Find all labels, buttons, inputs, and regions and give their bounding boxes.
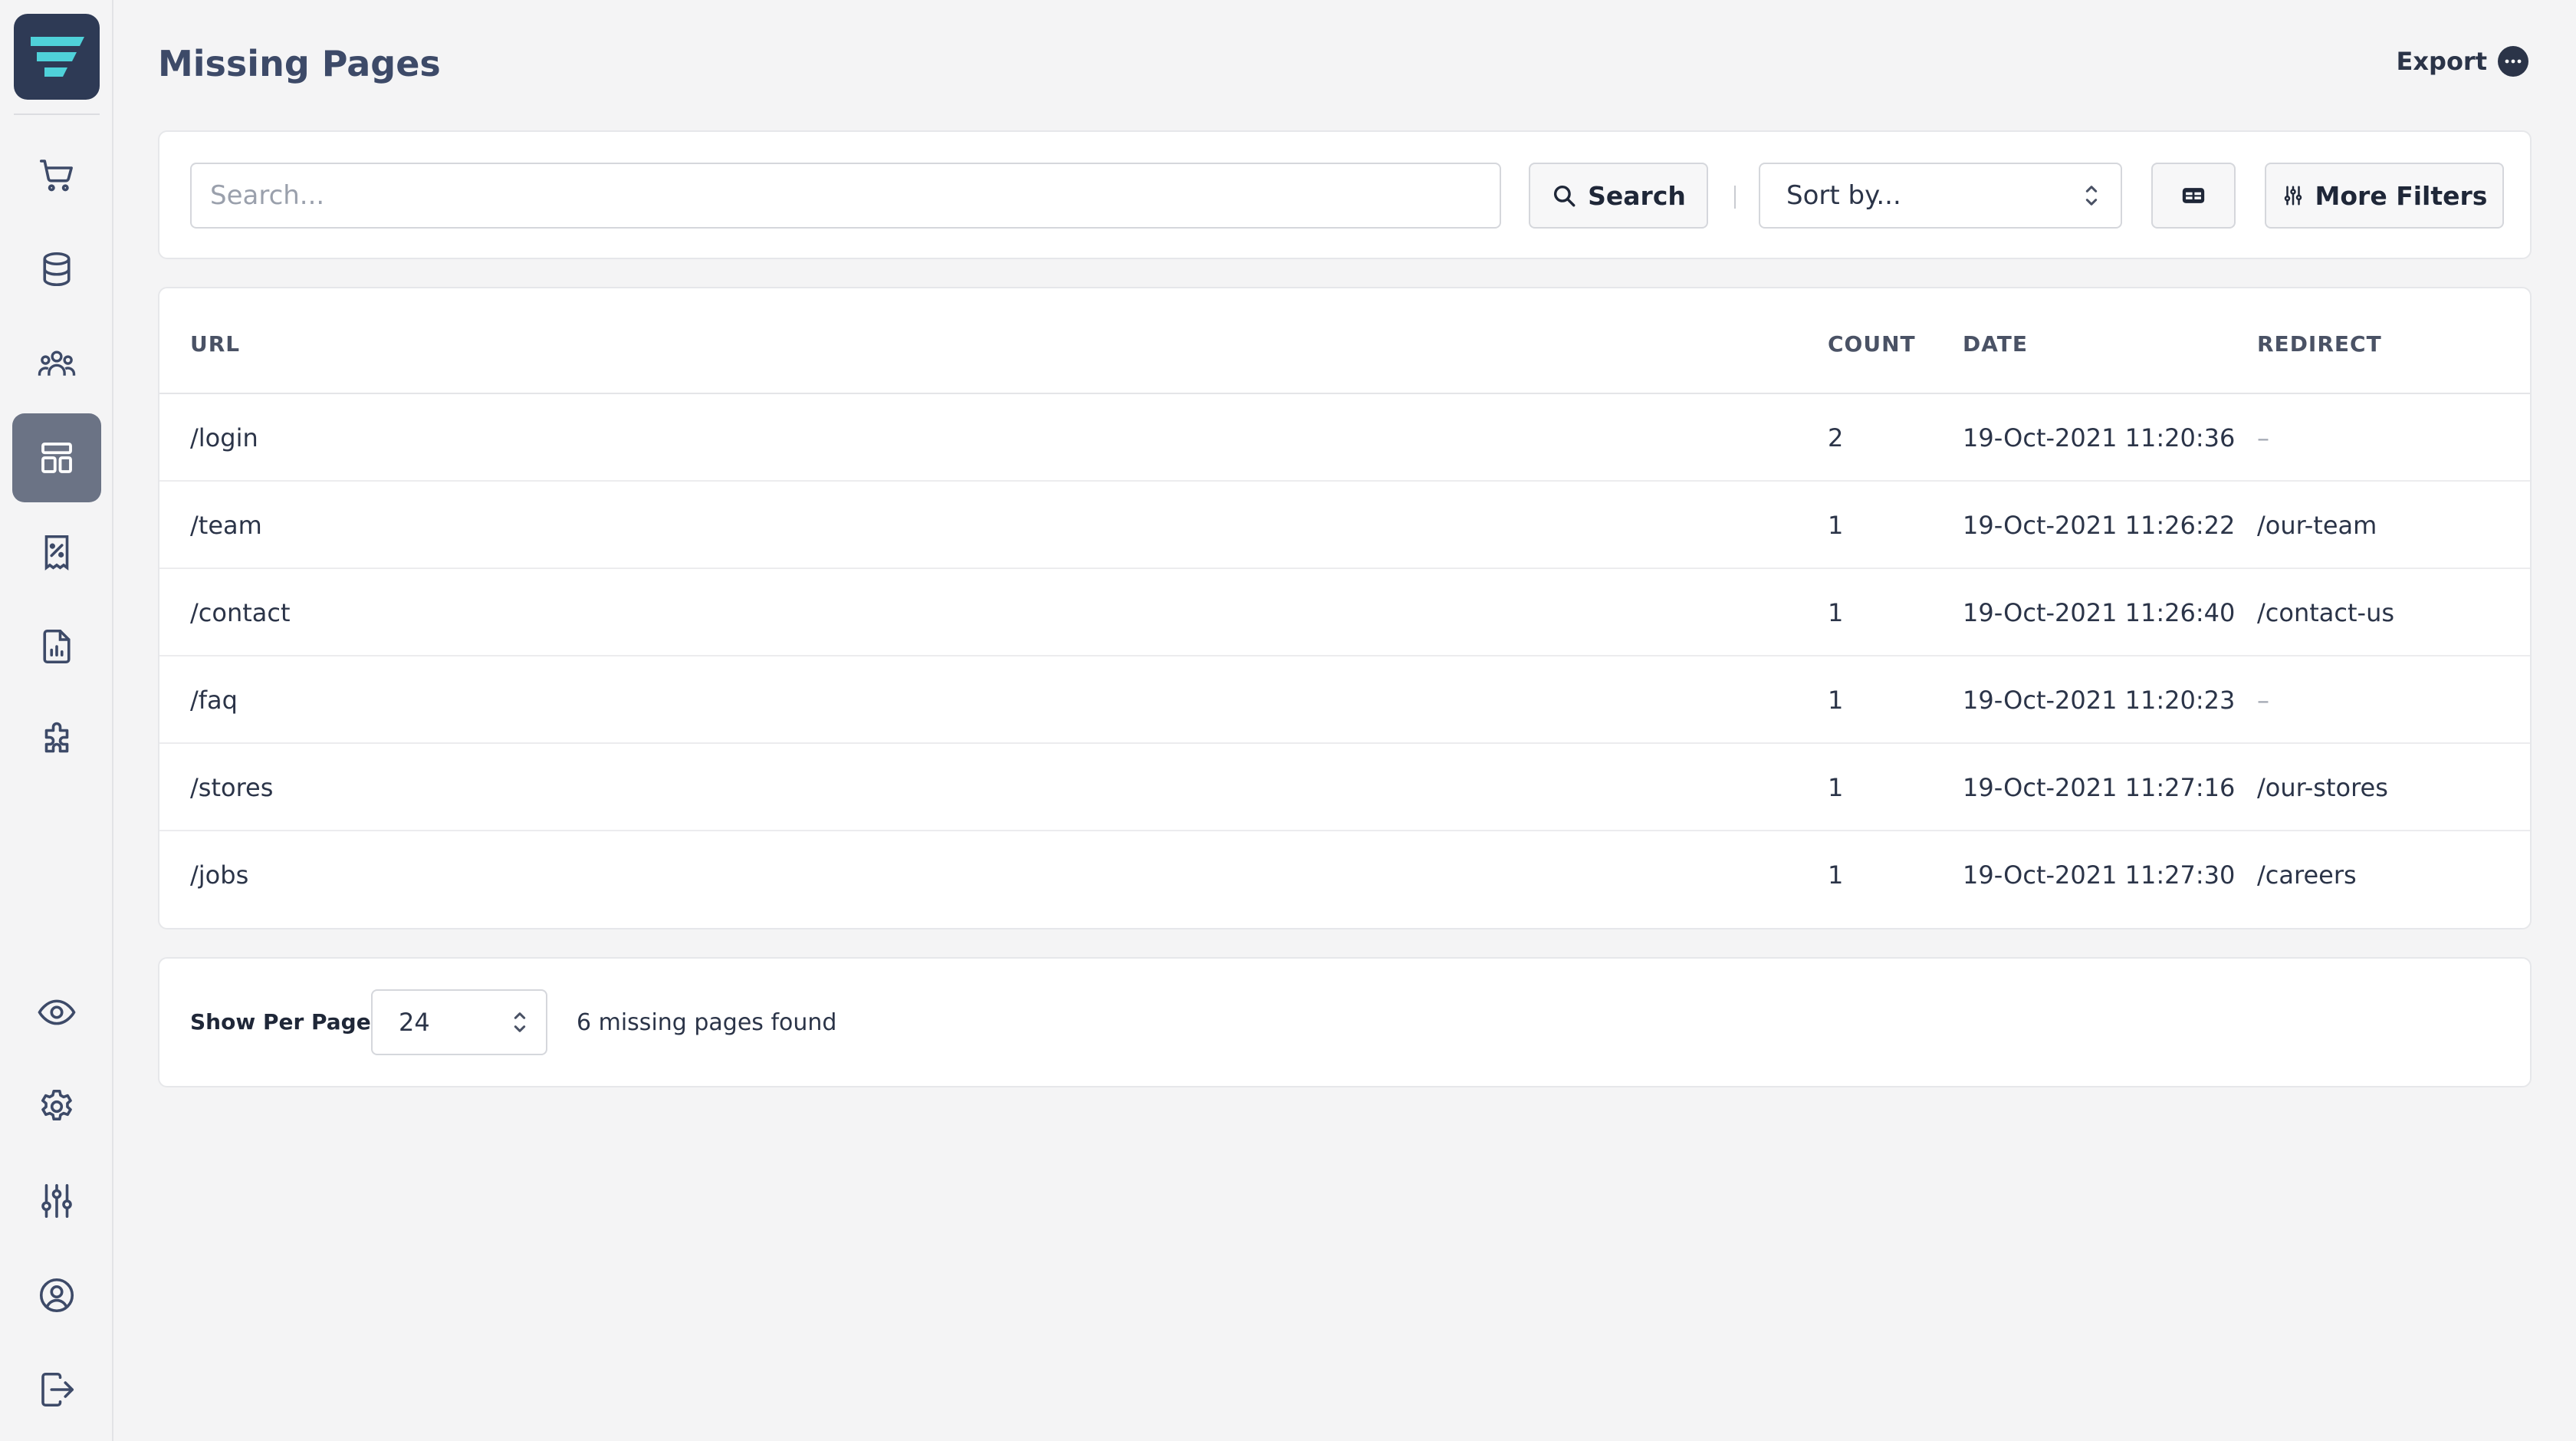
nav-preview[interactable]: [12, 968, 101, 1057]
cell-url: /stores: [190, 773, 274, 802]
search-icon: [1554, 185, 1576, 207]
results-count: 6 missing pages found: [577, 1009, 837, 1036]
gear-icon: [41, 1089, 72, 1120]
nav-orders[interactable]: [12, 130, 101, 219]
table-row[interactable]: /faq 1 19-Oct-2021 11:20:23 –: [159, 656, 2530, 744]
nav-database[interactable]: [12, 225, 101, 314]
logo-icon: [31, 37, 84, 77]
cell-count: 1: [1828, 773, 1844, 802]
cell-date: 19-Oct-2021 11:20:23: [1963, 686, 2236, 715]
more-filters-label: More Filters: [2315, 180, 2488, 211]
puzzle-icon: [44, 722, 69, 753]
nav-customers[interactable]: [12, 319, 101, 408]
cell-date: 19-Oct-2021 11:20:36: [1963, 423, 2236, 452]
eye-icon: [38, 999, 76, 1025]
search-button-label: Search: [1588, 180, 1686, 211]
column-header-url[interactable]: URL: [190, 331, 240, 357]
receipt-percent-icon: [44, 535, 69, 571]
export-label: Export: [2396, 47, 2487, 76]
column-header-count[interactable]: COUNT: [1828, 331, 1916, 357]
sort-select[interactable]: Sort by...: [1759, 163, 2122, 229]
cell-url: /contact: [190, 598, 291, 627]
per-page-label: Show Per Page: [190, 1009, 371, 1035]
cell-count: 1: [1828, 860, 1844, 890]
cell-redirect: /contact-us: [2257, 598, 2395, 627]
nav-logout[interactable]: [12, 1345, 101, 1434]
missing-pages-table: URL COUNT DATE REDIRECT /login 2 19-Oct-…: [158, 287, 2532, 929]
filter-sliders-icon: [2284, 186, 2302, 206]
app-logo[interactable]: [14, 14, 100, 100]
cell-count: 1: [1828, 598, 1844, 627]
logout-icon: [41, 1372, 74, 1407]
search-input[interactable]: [190, 163, 1501, 229]
per-page-value: 24: [399, 1008, 430, 1037]
cell-redirect: /careers: [2257, 860, 2357, 890]
page-title: Missing Pages: [158, 43, 441, 84]
cell-count: 1: [1828, 686, 1844, 715]
user-circle-icon: [39, 1278, 74, 1313]
nav-content[interactable]: [12, 413, 101, 502]
layout-icon: [41, 442, 72, 473]
nav-reports[interactable]: [12, 602, 101, 691]
sidebar: [0, 0, 113, 1441]
nav-account[interactable]: [12, 1251, 101, 1340]
cell-url: /login: [190, 423, 258, 452]
cell-url: /jobs: [190, 860, 249, 890]
sliders-icon: [41, 1183, 72, 1219]
table-view-button[interactable]: [2151, 163, 2236, 229]
cart-icon: [39, 160, 73, 192]
nav-adjustments[interactable]: [12, 1156, 101, 1245]
cell-redirect: –: [2257, 423, 2269, 452]
cell-url: /faq: [190, 686, 238, 715]
sort-select-value: Sort by...: [1786, 180, 1901, 211]
cell-redirect: /our-team: [2257, 511, 2377, 540]
report-icon: [43, 629, 71, 664]
table-row[interactable]: /login 2 19-Oct-2021 11:20:36 –: [159, 394, 2530, 482]
more-filters-button[interactable]: More Filters: [2265, 163, 2504, 229]
pagination-bar: Show Per Page 24 6 missing pages found: [158, 957, 2532, 1087]
cell-date: 19-Oct-2021 11:26:22: [1963, 511, 2236, 540]
nav-discounts[interactable]: [12, 508, 101, 597]
cell-redirect: /our-stores: [2257, 773, 2388, 802]
table-row[interactable]: /stores 1 19-Oct-2021 11:27:16 /our-stor…: [159, 744, 2530, 831]
cell-date: 19-Oct-2021 11:27:16: [1963, 773, 2236, 802]
users-icon: [38, 350, 76, 376]
table-header: URL COUNT DATE REDIRECT: [159, 288, 2530, 394]
filter-toolbar: Search Sort by... More Filters: [158, 130, 2532, 259]
table-icon: [2182, 188, 2205, 203]
toolbar-divider: [1734, 186, 1736, 209]
column-header-redirect[interactable]: REDIRECT: [2257, 331, 2382, 357]
table-row[interactable]: /contact 1 19-Oct-2021 11:26:40 /contact…: [159, 569, 2530, 656]
cell-date: 19-Oct-2021 11:26:40: [1963, 598, 2236, 627]
database-icon: [43, 252, 71, 287]
table-row[interactable]: /jobs 1 19-Oct-2021 11:27:30 /careers: [159, 831, 2530, 919]
cell-count: 1: [1828, 511, 1844, 540]
table-row[interactable]: /team 1 19-Oct-2021 11:26:22 /our-team: [159, 482, 2530, 569]
nav-settings[interactable]: [12, 1062, 101, 1151]
logo-divider: [14, 114, 100, 115]
cell-date: 19-Oct-2021 11:27:30: [1963, 860, 2236, 890]
column-header-date[interactable]: DATE: [1963, 331, 2028, 357]
search-button[interactable]: Search: [1529, 163, 1708, 229]
cell-url: /team: [190, 511, 262, 540]
per-page-select[interactable]: 24: [371, 989, 547, 1055]
chevron-updown-icon: [2085, 186, 2098, 206]
nav-extensions[interactable]: [12, 696, 101, 785]
chevron-updown-icon: [514, 1012, 526, 1032]
cell-redirect: –: [2257, 686, 2269, 715]
export-button[interactable]: Export: [2397, 46, 2528, 77]
cell-count: 2: [1828, 423, 1844, 452]
more-options-icon: [2498, 46, 2528, 77]
